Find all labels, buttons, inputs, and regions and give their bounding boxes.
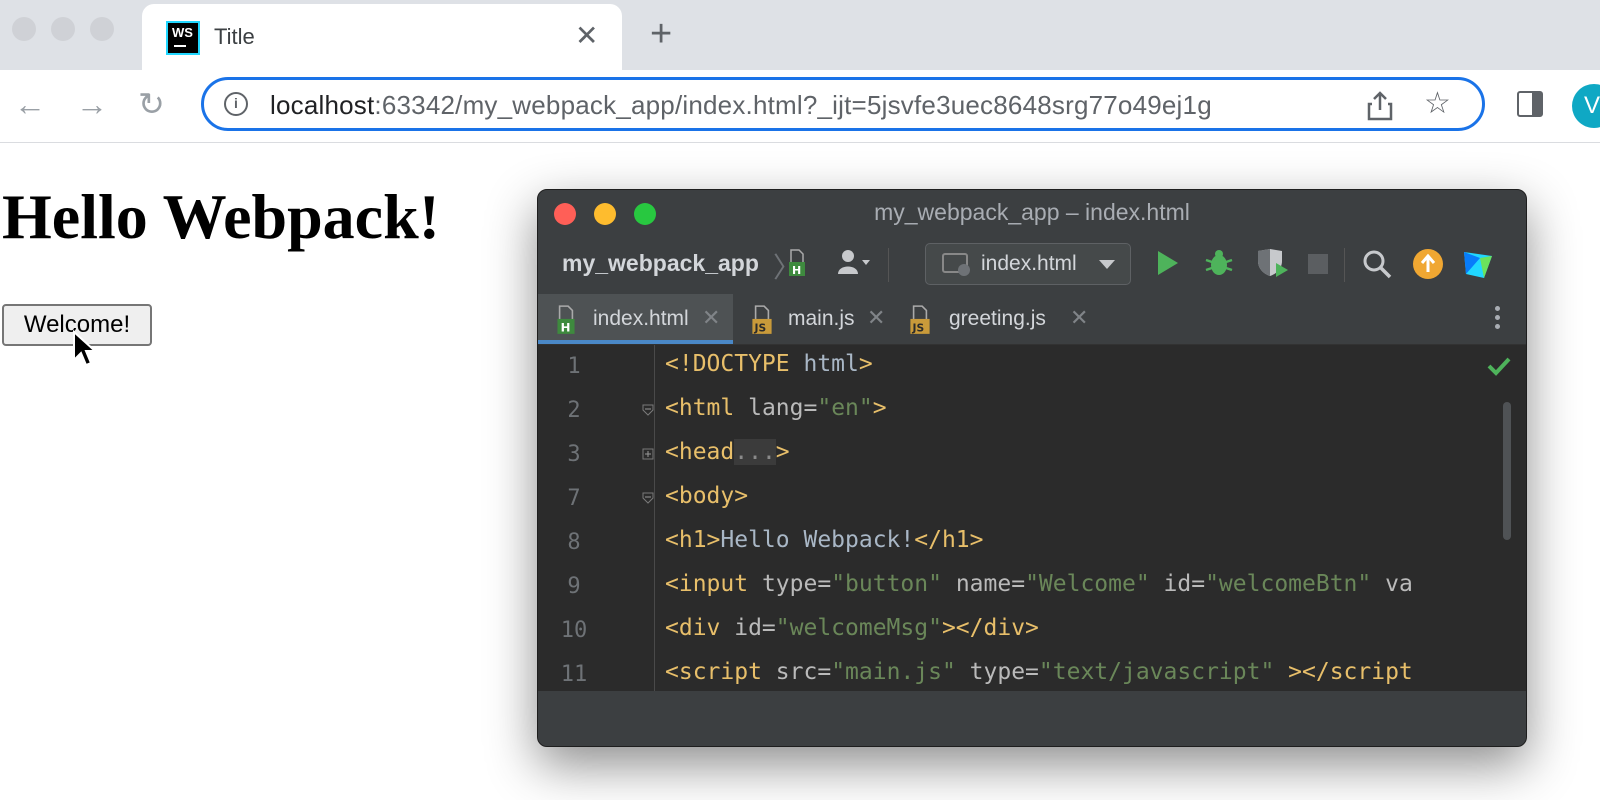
debug-icon[interactable] [1204, 248, 1234, 278]
profile-avatar[interactable]: V [1572, 84, 1600, 128]
line-number: 11 [560, 662, 588, 687]
browser-toolbar: ← → ↻ i localhost:63342/my_webpack_app/i… [0, 70, 1600, 143]
webstorm-favicon-icon: WS [166, 21, 200, 55]
html-file-icon: H [557, 305, 575, 335]
code-editor[interactable]: 1 2 3 7 8 9 10 11 <!DOCTYPE html> <html … [538, 345, 1526, 691]
ide-window: my_webpack_app – index.html my_webpack_a… [537, 189, 1527, 747]
code-line: <html lang="en"> [665, 395, 887, 421]
tab-main-js[interactable]: JS main.js ✕ [733, 294, 897, 344]
browser-config-icon [942, 253, 970, 276]
html-file-icon[interactable]: H [788, 248, 806, 278]
no-problems-check-icon[interactable] [1487, 356, 1511, 376]
mouse-cursor-icon [73, 330, 98, 367]
toolbar-divider [1344, 248, 1345, 282]
editor-scrollbar[interactable] [1503, 402, 1511, 540]
js-file-icon: JS [910, 305, 930, 335]
line-number: 9 [567, 574, 581, 599]
js-file-icon: JS [752, 305, 772, 335]
address-bar[interactable]: i localhost:63342/my_webpack_app/index.h… [201, 77, 1485, 131]
code-line: <!DOCTYPE html> [665, 351, 873, 377]
svg-text:JS: JS [912, 322, 925, 335]
ide-title-bar: my_webpack_app – index.html [538, 190, 1526, 234]
chevron-down-icon [1099, 260, 1115, 269]
gutter-divider [654, 345, 655, 691]
line-number: 3 [567, 442, 581, 467]
code-line: <div id="welcomeMsg"></div> [665, 615, 1039, 641]
tab-index-html[interactable]: H index.html ✕ [538, 294, 733, 344]
folded-region[interactable]: ... [734, 439, 776, 465]
run-with-coverage-icon[interactable] [1256, 247, 1290, 279]
code-line: <body> [665, 483, 749, 509]
svg-text:H: H [561, 321, 571, 335]
update-available-icon[interactable] [1412, 248, 1444, 280]
share-icon[interactable] [1366, 90, 1394, 122]
browser-tab-active[interactable]: WS Title ✕ [142, 4, 622, 70]
reload-icon[interactable]: ↻ [138, 84, 165, 124]
run-config-label: index.html [981, 252, 1077, 275]
window-close-button[interactable] [12, 17, 36, 41]
window-minimize-button[interactable] [51, 17, 75, 41]
fold-collapse-icon[interactable] [642, 492, 654, 504]
site-info-icon[interactable]: i [224, 92, 248, 116]
line-number: 8 [567, 530, 581, 555]
line-number: 10 [560, 618, 588, 643]
vcs-users-icon[interactable] [836, 248, 872, 278]
tab-label: greeting.js [949, 307, 1046, 330]
side-panel-icon[interactable] [1517, 91, 1543, 117]
window-zoom-button[interactable] [90, 17, 114, 41]
stop-icon[interactable] [1308, 254, 1328, 274]
line-number: 7 [567, 486, 581, 511]
page-heading: Hello Webpack! [2, 181, 440, 252]
ide-window-title: my_webpack_app – index.html [874, 199, 1190, 225]
ide-navigation-bar: my_webpack_app 〉 H index.html [538, 234, 1526, 295]
new-tab-plus-icon[interactable]: + [650, 14, 672, 54]
fold-expand-icon[interactable] [642, 448, 654, 460]
svg-text:JS: JS [754, 322, 767, 335]
tab-label: index.html [593, 307, 689, 330]
run-configuration-selector[interactable]: index.html [925, 243, 1131, 285]
line-number: 1 [567, 354, 581, 379]
line-number: 2 [567, 398, 581, 423]
code-line: <script src="main.js" type="text/javascr… [665, 659, 1413, 685]
tab-greeting-js[interactable]: JS greeting.js ✕ [897, 294, 1097, 344]
editor-tabs: H index.html ✕ JS main.js ✕ JS greeting.… [538, 294, 1526, 345]
ide-status-bar [538, 691, 1526, 746]
tab-title: Title [214, 24, 255, 49]
code-line: <input type="button" name="Welcome" id="… [665, 571, 1413, 597]
jetbrains-logo-icon[interactable] [1462, 248, 1494, 280]
forward-arrow-icon[interactable]: → [76, 84, 108, 124]
close-tab-icon[interactable]: ✕ [702, 305, 720, 331]
code-line: <head...> [665, 439, 790, 465]
svg-text:H: H [792, 264, 801, 277]
run-icon[interactable] [1155, 249, 1181, 277]
breadcrumb-project[interactable]: my_webpack_app [562, 250, 759, 277]
tab-options-menu-icon[interactable] [1495, 306, 1501, 333]
browser-tab-strip: WS Title ✕ + [0, 0, 1600, 70]
url-text[interactable]: localhost:63342/my_webpack_app/index.htm… [270, 90, 1212, 121]
close-tab-icon[interactable]: ✕ [1070, 305, 1088, 331]
code-line: <h1>Hello Webpack!</h1> [665, 527, 984, 553]
toolbar-divider [888, 248, 889, 282]
close-tab-icon[interactable]: ✕ [575, 19, 598, 53]
bookmark-star-icon[interactable]: ☆ [1424, 86, 1451, 122]
close-tab-icon[interactable]: ✕ [867, 305, 885, 331]
fold-collapse-icon[interactable] [642, 404, 654, 416]
back-arrow-icon[interactable]: ← [14, 84, 46, 124]
tab-label: main.js [788, 307, 855, 330]
search-icon[interactable] [1362, 249, 1392, 279]
